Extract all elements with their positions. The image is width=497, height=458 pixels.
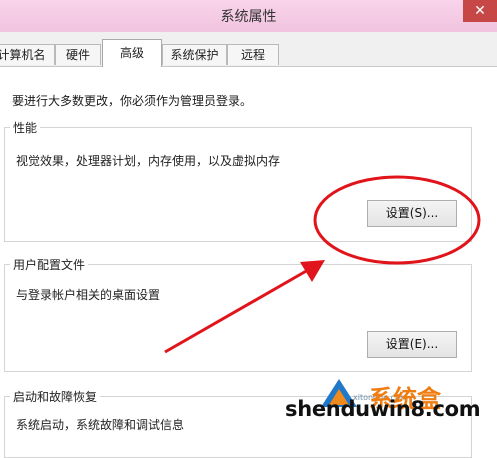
tab-system-protection[interactable]: 系统保护	[162, 44, 227, 65]
tab-label: 计算机名	[0, 48, 46, 62]
performance-description: 视觉效果，处理器计划，内存使用，以及虚拟内存	[16, 154, 281, 168]
startup-recovery-group-title: 启动和故障恢复	[10, 388, 101, 405]
tab-label: 高级	[119, 46, 144, 60]
startup-recovery-description: 系统启动，系统故障和调试信息	[16, 418, 185, 432]
tab-label: 远程	[240, 48, 265, 62]
tab-hardware[interactable]: 硬件	[55, 44, 101, 65]
window-title: 系统属性	[220, 9, 277, 25]
user-profiles-description: 与登录帐户相关的桌面设置	[16, 288, 161, 302]
user-profiles-group-title: 用户配置文件	[10, 256, 89, 273]
close-icon: ✕	[474, 3, 486, 19]
tab-label: 硬件	[65, 48, 90, 62]
tab-label: 系统保护	[170, 48, 219, 62]
tab-strip: 计算机名 硬件 高级 系统保护 远程	[0, 32, 497, 67]
admin-note: 要进行大多数更改，你必须作为管理员登录。	[12, 94, 253, 108]
performance-settings-button[interactable]: 设置(S)...	[367, 200, 457, 227]
tab-advanced[interactable]: 高级	[102, 39, 162, 67]
user-profiles-settings-button[interactable]: 设置(E)...	[367, 331, 457, 358]
watermark-domain: shenduwin8.com	[285, 397, 481, 421]
window-titlebar: 系统属性 ✕	[0, 0, 497, 32]
close-button[interactable]: ✕	[463, 0, 497, 22]
tab-remote[interactable]: 远程	[227, 44, 279, 65]
performance-group-title: 性能	[10, 119, 41, 136]
tab-computer-name[interactable]: 计算机名	[0, 44, 55, 65]
watermark: xitonghe.com 系统盒 shenduwin8.com	[285, 379, 491, 429]
